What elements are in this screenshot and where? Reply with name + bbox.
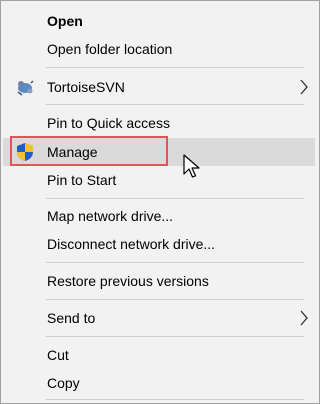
menu-item-restore-previous-versions[interactable]: Restore previous versions [3,267,315,295]
menu-item-label: Send to [47,310,96,326]
chevron-right-icon [299,310,309,326]
menu-item-send-to[interactable]: Send to [3,304,315,332]
chevron-right-icon [299,79,309,95]
menu-item-label: TortoiseSVN [47,79,125,95]
menu-item-open-folder-location[interactable]: Open folder location [3,35,315,63]
menu-item-map-network-drive[interactable]: Map network drive... [3,202,315,230]
menu-item-label: Map network drive... [47,208,174,224]
menu-item-disconnect-network-drive[interactable]: Disconnect network drive... [3,230,315,258]
menu-item-label: Disconnect network drive... [47,236,216,252]
menu-item-label: Pin to Start [47,172,117,188]
menu-separator [46,336,304,337]
context-menu: Open Open folder location TortoiseSVN Pi… [0,0,320,404]
menu-item-copy[interactable]: Copy [3,369,315,397]
mouse-cursor-icon [183,154,201,180]
menu-separator [46,104,304,105]
menu-item-pin-to-start[interactable]: Pin to Start [3,166,315,194]
menu-separator [46,198,304,199]
menu-item-label: Restore previous versions [47,273,209,289]
highlight-annotation-box [10,136,168,166]
menu-item-label: Copy [47,375,80,391]
menu-separator [46,399,304,400]
menu-separator [46,67,304,68]
menu-item-label: Open [47,13,83,29]
menu-item-label: Pin to Quick access [47,115,170,131]
menu-item-pin-to-quick-access[interactable]: Pin to Quick access [3,109,315,137]
menu-item-label: Open folder location [47,41,173,57]
menu-separator [46,299,304,300]
menu-item-label: Cut [47,347,69,363]
menu-item-open[interactable]: Open [3,7,315,35]
tortoisesvn-icon [15,77,35,97]
menu-item-cut[interactable]: Cut [3,341,315,369]
menu-item-tortoisesvn[interactable]: TortoiseSVN [3,73,315,101]
menu-separator [46,262,304,263]
